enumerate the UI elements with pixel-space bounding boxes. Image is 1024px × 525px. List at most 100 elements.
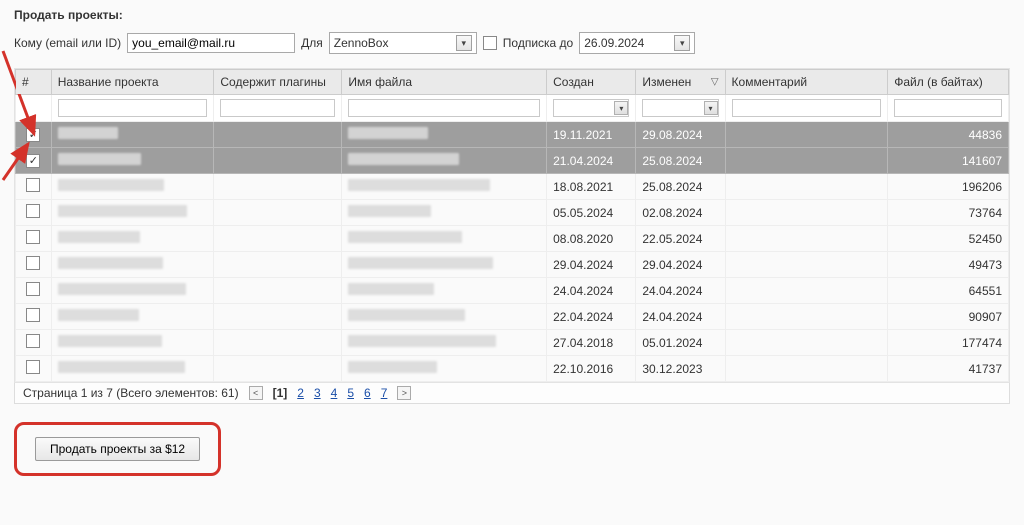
chevron-down-icon: ▾: [704, 101, 718, 115]
form-row: Кому (email или ID) Для ZennoBox ▾ Подпи…: [14, 32, 1010, 54]
filter-modified-select[interactable]: ▾: [642, 99, 718, 117]
filter-created-select[interactable]: ▾: [553, 99, 629, 117]
table-header-row: # Название проекта Содержит плагины Имя …: [16, 70, 1009, 95]
pager-page-link[interactable]: 2: [297, 386, 304, 400]
col-header-modified[interactable]: Изменен ▽: [636, 70, 725, 95]
row-checkbox[interactable]: [26, 256, 40, 270]
subscription-date-select[interactable]: 26.09.2024 ▾: [579, 32, 695, 54]
col-header-checkbox[interactable]: #: [16, 70, 52, 95]
cell-size: 49473: [888, 252, 1009, 278]
cell-modified: 25.08.2024: [636, 148, 725, 174]
to-email-input[interactable]: [127, 33, 295, 53]
cell-modified: 02.08.2024: [636, 200, 725, 226]
sort-desc-icon: ▽: [711, 77, 719, 88]
pager-page-link[interactable]: 6: [364, 386, 371, 400]
cell-modified: 30.12.2023: [636, 356, 725, 382]
cell-modified: 24.04.2024: [636, 304, 725, 330]
cell-file-redacted: [348, 257, 493, 269]
table-row[interactable]: 08.08.202022.05.202452450: [16, 226, 1009, 252]
cell-name-redacted: [58, 127, 118, 139]
cell-size: 64551: [888, 278, 1009, 304]
cell-created: 27.04.2018: [547, 330, 636, 356]
cell-created: 05.05.2024: [547, 200, 636, 226]
pager-page-link[interactable]: 7: [381, 386, 388, 400]
filter-comment-input[interactable]: [732, 99, 882, 117]
row-checkbox[interactable]: [26, 360, 40, 374]
filter-plugins-input[interactable]: [220, 99, 335, 117]
table-row[interactable]: 19.11.202129.08.202444836: [16, 122, 1009, 148]
for-select-value: ZennoBox: [334, 36, 389, 50]
cell-name-redacted: [58, 283, 186, 295]
to-label: Кому (email или ID): [14, 36, 121, 50]
pager-page-link[interactable]: 3: [314, 386, 321, 400]
cell-name-redacted: [58, 179, 164, 191]
cell-size: 41737: [888, 356, 1009, 382]
projects-table-wrap: # Название проекта Содержит плагины Имя …: [14, 68, 1010, 383]
col-header-size[interactable]: Файл (в байтах): [888, 70, 1009, 95]
col-header-name[interactable]: Название проекта: [51, 70, 214, 95]
table-row[interactable]: 22.10.201630.12.202341737: [16, 356, 1009, 382]
cell-created: 08.08.2020: [547, 226, 636, 252]
chevron-down-icon: ▾: [674, 35, 690, 51]
filter-file-input[interactable]: [348, 99, 540, 117]
col-header-created[interactable]: Создан: [547, 70, 636, 95]
cell-created: 29.04.2024: [547, 252, 636, 278]
cell-modified: 24.04.2024: [636, 278, 725, 304]
for-select[interactable]: ZennoBox ▾: [329, 32, 477, 54]
cell-created: 18.08.2021: [547, 174, 636, 200]
pager-page-link[interactable]: 5: [347, 386, 354, 400]
row-checkbox[interactable]: [26, 230, 40, 244]
cell-modified: 22.05.2024: [636, 226, 725, 252]
col-header-plugins[interactable]: Содержит плагины: [214, 70, 342, 95]
table-row[interactable]: 21.04.202425.08.2024 141607: [16, 148, 1009, 174]
cell-file-redacted: [348, 153, 459, 165]
cell-file-redacted: [348, 231, 462, 243]
subscription-checkbox[interactable]: [483, 36, 497, 50]
projects-table: # Название проекта Содержит плагины Имя …: [15, 69, 1009, 382]
cell-modified: 29.08.2024: [636, 122, 725, 148]
cell-name-redacted: [58, 361, 185, 373]
table-row[interactable]: 05.05.202402.08.2024 73764: [16, 200, 1009, 226]
cell-name-redacted: [58, 335, 162, 347]
pager-next-button[interactable]: >: [397, 386, 411, 400]
for-label: Для: [301, 36, 323, 50]
table-row[interactable]: 18.08.202125.08.2024196206: [16, 174, 1009, 200]
subscription-date-value: 26.09.2024: [584, 36, 644, 50]
chevron-down-icon: ▾: [456, 35, 472, 51]
row-checkbox[interactable]: [26, 154, 40, 168]
col-header-comment[interactable]: Комментарий: [725, 70, 888, 95]
table-row[interactable]: 24.04.202424.04.2024 64551: [16, 278, 1009, 304]
table-row[interactable]: 29.04.202429.04.202449473: [16, 252, 1009, 278]
filter-size-input[interactable]: [894, 99, 1002, 117]
row-checkbox[interactable]: [26, 282, 40, 296]
table-filter-row: ▾ ▾: [16, 95, 1009, 122]
row-checkbox[interactable]: [26, 204, 40, 218]
cell-created: 24.04.2024: [547, 278, 636, 304]
pager-summary: Страница 1 из 7 (Всего элементов: 61): [23, 386, 239, 400]
table-row[interactable]: 22.04.202424.04.202490907: [16, 304, 1009, 330]
row-checkbox[interactable]: [26, 128, 40, 142]
pager-prev-button[interactable]: <: [249, 386, 263, 400]
cell-size: 141607: [888, 148, 1009, 174]
pager-current-page: [1]: [273, 386, 288, 400]
row-checkbox[interactable]: [26, 334, 40, 348]
row-checkbox[interactable]: [26, 178, 40, 192]
cell-name-redacted: [58, 257, 163, 269]
cell-file-redacted: [348, 179, 490, 191]
col-header-file[interactable]: Имя файла: [342, 70, 547, 95]
filter-name-input[interactable]: [58, 99, 208, 117]
cell-created: 22.04.2024: [547, 304, 636, 330]
cell-size: 73764: [888, 200, 1009, 226]
cell-created: 19.11.2021: [547, 122, 636, 148]
sell-projects-button[interactable]: Продать проекты за $12: [35, 437, 200, 461]
cell-file-redacted: [348, 361, 437, 373]
cell-created: 21.04.2024: [547, 148, 636, 174]
table-row[interactable]: 27.04.201805.01.2024177474: [16, 330, 1009, 356]
cell-file-redacted: [348, 283, 434, 295]
cell-modified: 05.01.2024: [636, 330, 725, 356]
row-checkbox[interactable]: [26, 308, 40, 322]
pager: Страница 1 из 7 (Всего элементов: 61) < …: [14, 383, 1010, 404]
sell-action-highlight: Продать проекты за $12: [14, 422, 221, 476]
cell-file-redacted: [348, 205, 431, 217]
pager-page-link[interactable]: 4: [331, 386, 338, 400]
